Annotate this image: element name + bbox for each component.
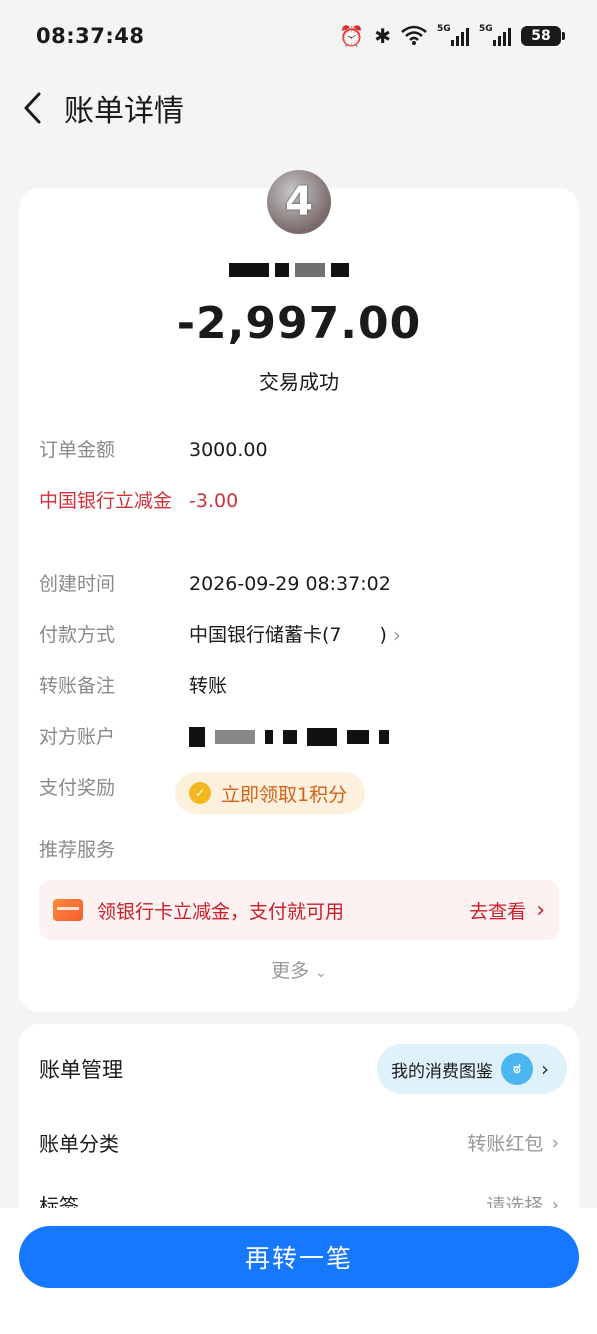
counterparty-masked (189, 721, 389, 753)
signal-icon: 5G (437, 24, 469, 46)
detail-row-discount: 中国银行立减金 -3.00 (39, 485, 559, 517)
coin-icon: ✓ (189, 782, 211, 804)
promo-text: 领银行卡立减金，支付就可用 (97, 900, 345, 923)
detail-row-recommend: 推荐服务 (39, 834, 559, 866)
detail-label: 订单金额 (39, 439, 116, 461)
status-icons: ⏰ ✱ 5G 5G 58 (339, 24, 565, 48)
bluetooth-icon: ✱ (374, 24, 391, 48)
reward-text: 立即领取1积分 (221, 783, 348, 806)
detail-label: 中国银行立减金 (39, 490, 173, 512)
detail-label: 支付奖励 (39, 777, 116, 799)
bill-management-title: 账单管理 (39, 1058, 123, 1082)
payee-name-masked (229, 258, 349, 282)
more-button[interactable]: 更多 ⌄ (19, 956, 579, 983)
bottom-action-bar: 再转一笔 (0, 1208, 597, 1334)
mascot-icon: ಠ (501, 1053, 533, 1085)
status-bar: 08:37:48 ⏰ ✱ 5G 5G 58 (0, 0, 597, 72)
detail-row-order-amount: 订单金额 3000.00 (39, 434, 559, 466)
chevron-right-icon: › (551, 1131, 559, 1154)
detail-row-reward: 支付奖励 ✓ 立即领取1积分 (39, 772, 559, 814)
promo-banner[interactable]: 领银行卡立减金，支付就可用 去查看 › (39, 880, 559, 940)
alarm-icon: ⏰ (339, 24, 365, 48)
detail-row-remark: 转账备注 转账 (39, 670, 559, 702)
claim-points-button[interactable]: ✓ 立即领取1积分 (175, 772, 366, 814)
detail-value[interactable]: 中国银行储蓄卡(7 ) › (189, 619, 401, 651)
avatar[interactable]: 4 (267, 170, 331, 234)
back-button[interactable] (0, 72, 64, 144)
transfer-again-button[interactable]: 再转一笔 (19, 1226, 579, 1288)
detail-label: 创建时间 (39, 573, 116, 595)
wifi-icon (401, 25, 427, 48)
detail-value: 转账 (189, 675, 228, 697)
detail-value: -3.00 (189, 490, 239, 512)
transaction-status: 交易成功 (259, 370, 339, 394)
chevron-right-icon: › (392, 623, 401, 647)
page-header: 账单详情 (0, 72, 597, 144)
bank-card-icon (53, 899, 83, 921)
detail-value: 3000.00 (189, 439, 268, 461)
page-title: 账单详情 (64, 94, 184, 129)
detail-row-payment-method[interactable]: 付款方式 中国银行储蓄卡(7 ) › (39, 619, 559, 651)
chevron-down-icon: ⌄ (315, 965, 327, 981)
detail-label: 推荐服务 (39, 839, 116, 861)
spending-atlas-button[interactable]: 我的消费图鉴 ಠ › (377, 1044, 567, 1094)
detail-label: 对方账户 (39, 726, 116, 748)
transaction-amount: -2,997.00 (176, 298, 422, 349)
detail-label: 转账备注 (39, 675, 116, 697)
detail-label: 付款方式 (39, 624, 116, 646)
payment-method-text: 中国银行储蓄卡(7 ) (189, 624, 387, 646)
transaction-card: 4 -2,997.00 交易成功 订单金额 3000.00 中国银行立减金 -3… (19, 170, 579, 1012)
detail-row-created-time: 创建时间 2026-09-29 08:37:02 (39, 568, 559, 600)
detail-row-counterparty: 对方账户 (39, 721, 559, 753)
battery-icon: 58 (521, 26, 565, 46)
chevron-left-icon (24, 92, 41, 124)
chevron-right-icon: › (541, 1057, 549, 1081)
status-time: 08:37:48 (36, 24, 145, 48)
chevron-right-icon: › (536, 897, 545, 923)
signal-icon-2: 5G (479, 24, 511, 46)
detail-value: 2026-09-29 08:37:02 (189, 573, 391, 595)
bill-category-row[interactable]: 账单分类 转账红包 › (39, 1128, 559, 1157)
promo-view-link[interactable]: 去查看 › (469, 897, 545, 924)
